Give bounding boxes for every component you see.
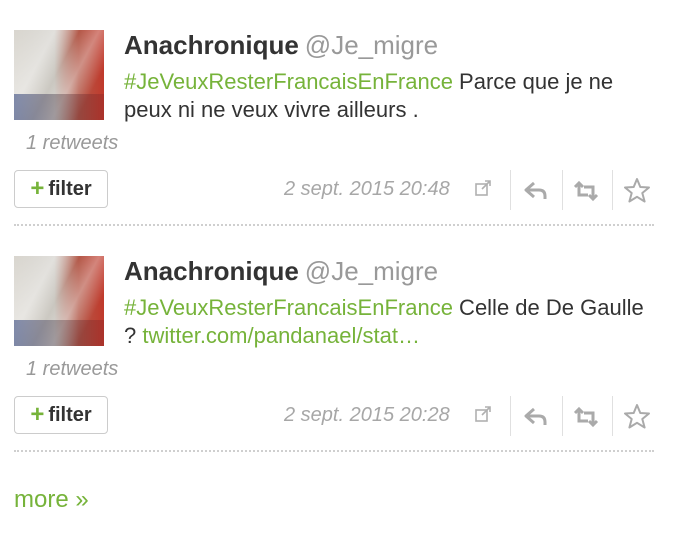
favorite-star-icon[interactable] xyxy=(623,177,651,205)
retweet-count: 1 retweets xyxy=(26,358,119,380)
avatar[interactable] xyxy=(14,256,104,346)
tweet-header: Anachronique @Je_migre xyxy=(124,256,438,287)
tweet-header: Anachronique @Je_migre xyxy=(124,30,438,61)
author-handle[interactable]: @Je_migre xyxy=(305,30,438,60)
separator xyxy=(510,396,511,436)
tweet-divider xyxy=(14,450,654,452)
separator xyxy=(612,170,613,210)
author-handle[interactable]: @Je_migre xyxy=(305,256,438,286)
reply-icon[interactable] xyxy=(522,403,550,431)
filter-label: filter xyxy=(48,177,92,200)
hashtag-link[interactable]: #JeVeuxResterFrancaisEnFrance xyxy=(124,295,453,320)
retweet-icon[interactable] xyxy=(572,403,600,431)
tweet-text: #JeVeuxResterFrancaisEnFrance Parce que … xyxy=(124,68,644,124)
tweet-url-link[interactable]: twitter.com/pandanael/stat… xyxy=(142,323,420,348)
tweet-date[interactable]: 2 sept. 2015 20:28 xyxy=(284,404,450,427)
filter-button[interactable]: + filter xyxy=(14,396,108,434)
reply-icon[interactable] xyxy=(522,177,550,205)
separator xyxy=(562,170,563,210)
author-name[interactable]: Anachronique xyxy=(124,256,299,286)
tweet-date[interactable]: 2 sept. 2015 20:48 xyxy=(284,178,450,201)
plus-icon: + xyxy=(30,401,45,428)
hashtag-link[interactable]: #JeVeuxResterFrancaisEnFrance xyxy=(124,69,453,94)
author-name[interactable]: Anachronique xyxy=(124,30,299,60)
retweet-icon[interactable] xyxy=(572,177,600,205)
avatar[interactable] xyxy=(14,30,104,120)
tweet-divider xyxy=(14,224,654,226)
tweet-text: #JeVeuxResterFrancaisEnFrance Celle de D… xyxy=(124,294,644,350)
more-link[interactable]: more » xyxy=(14,486,89,514)
separator xyxy=(510,170,511,210)
separator xyxy=(562,396,563,436)
external-link-icon[interactable] xyxy=(474,179,492,197)
plus-icon: + xyxy=(30,175,45,202)
favorite-star-icon[interactable] xyxy=(623,403,651,431)
retweet-count: 1 retweets xyxy=(26,132,119,154)
external-link-icon[interactable] xyxy=(474,405,492,423)
filter-button[interactable]: + filter xyxy=(14,170,108,208)
filter-label: filter xyxy=(48,403,92,426)
separator xyxy=(612,396,613,436)
